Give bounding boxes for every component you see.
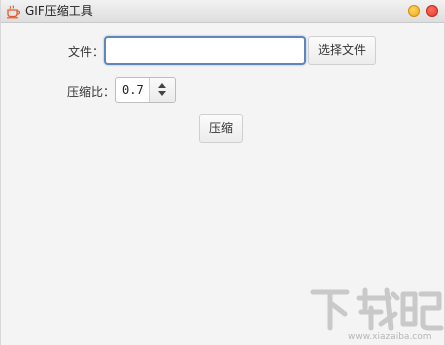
window-title: GIF压缩工具 (25, 4, 93, 18)
ratio-label: 压缩比： (67, 85, 116, 99)
ratio-value[interactable]: 0.7 (122, 83, 144, 97)
compress-button[interactable]: 压缩 (199, 114, 243, 143)
select-file-button[interactable]: 选择文件 (308, 36, 376, 65)
watermark: www.xiazaiba.com (301, 280, 445, 345)
title-bar[interactable]: GIF压缩工具 (1, 0, 445, 23)
file-path-input[interactable] (104, 36, 306, 65)
ratio-spinner[interactable]: 0.7 (115, 77, 176, 103)
minimize-button[interactable] (408, 5, 420, 17)
watermark-url: www.xiazaiba.com (348, 332, 432, 342)
arrow-down-icon[interactable] (158, 91, 166, 96)
watermark-logo (310, 287, 444, 331)
file-label: 文件： (68, 45, 105, 59)
arrow-up-icon[interactable] (158, 83, 166, 88)
app-window: GIF压缩工具 文件： 选择文件 压缩比： 0.7 压缩 www.xiazaib… (0, 0, 445, 345)
close-button[interactable] (426, 5, 438, 17)
spinner-arrows[interactable] (149, 78, 175, 102)
coffee-cup-icon (7, 5, 21, 19)
